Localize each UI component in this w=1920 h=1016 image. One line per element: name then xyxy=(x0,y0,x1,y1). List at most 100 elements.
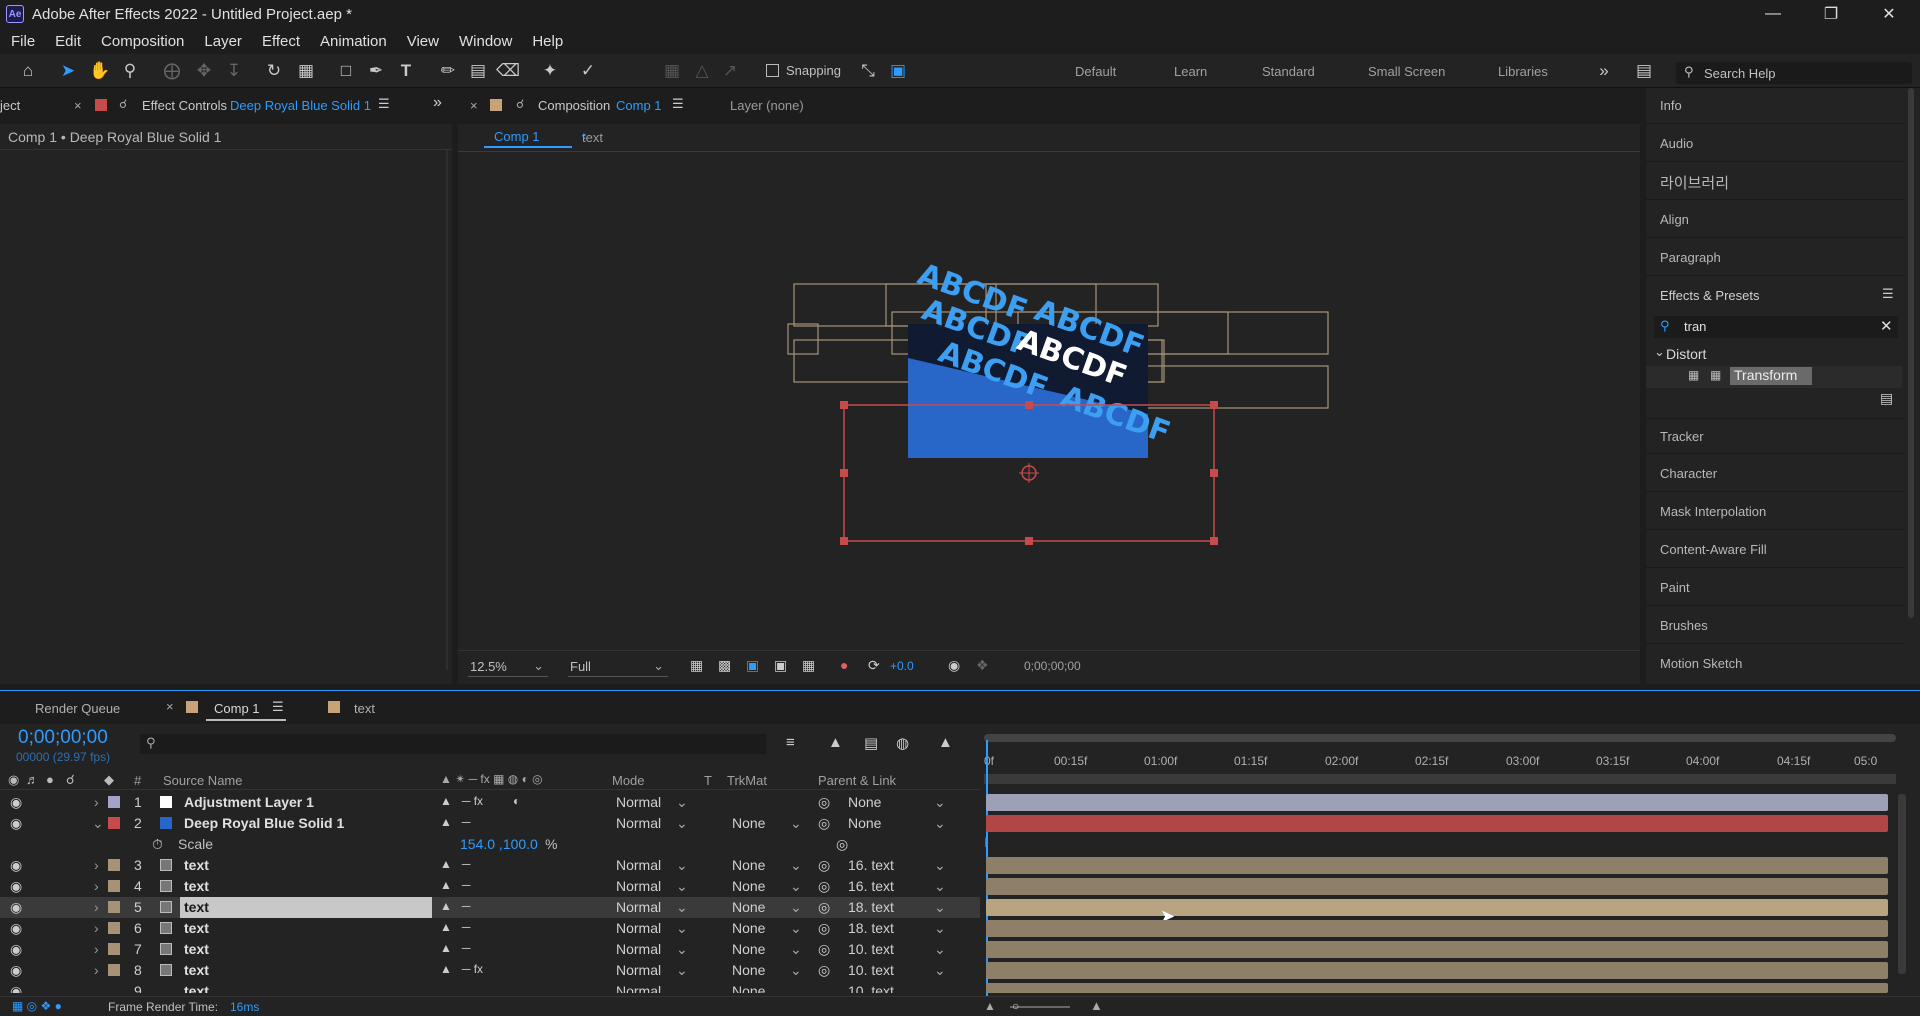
guides-icon[interactable]: ▦ xyxy=(802,657,815,674)
pickwhip-icon[interactable]: ◎ xyxy=(818,878,830,895)
paragraph-panel-tab[interactable]: Paragraph xyxy=(1646,240,1904,276)
effects-presets-header[interactable]: Effects & Presets ☰ xyxy=(1646,278,1904,314)
layer-switches[interactable]: ▲ ─ fx xyxy=(440,962,483,976)
mode-dropdown[interactable]: Normal xyxy=(616,794,661,810)
timeline-search-input[interactable]: ⚲ xyxy=(140,734,766,754)
nav-comp1-tab[interactable]: Comp 1 ‹ xyxy=(484,126,586,148)
trkmat-dropdown[interactable]: None xyxy=(732,857,765,873)
layer-tab[interactable]: Layer (none) xyxy=(730,98,804,113)
snapping-checkbox[interactable] xyxy=(766,64,779,77)
layer-name[interactable]: text xyxy=(184,899,209,915)
zoom-dropdown[interactable]: 12.5% ⌄ xyxy=(468,657,548,677)
trkmat-dropdown[interactable]: None xyxy=(732,941,765,957)
mode-dropdown[interactable]: Normal xyxy=(616,815,661,831)
layer-switches[interactable]: ▲ ─ xyxy=(440,920,470,934)
workspace-learn[interactable]: Learn xyxy=(1174,64,1207,79)
workspace-overflow-icon[interactable]: » xyxy=(1592,60,1616,82)
snapshot-icon[interactable]: ◉ xyxy=(948,657,960,674)
comp-timecode[interactable]: 0;00;00;00 xyxy=(1024,659,1081,673)
layer-row-9[interactable]: ◉ 9 text Normal None 10. text xyxy=(0,981,980,993)
hand-tool-icon[interactable]: ✋ xyxy=(88,60,112,82)
roto-brush-icon[interactable]: ✦ xyxy=(538,60,562,82)
close-icon[interactable]: ✕ xyxy=(1860,0,1918,28)
graph-editor-icon[interactable]: ▲ xyxy=(938,734,953,751)
label-swatch[interactable] xyxy=(108,859,120,871)
tracker-panel-tab[interactable]: Tracker xyxy=(1646,418,1904,454)
selection-tool-icon[interactable]: ➤ xyxy=(56,60,80,82)
layer-switches[interactable]: ▲ ─ xyxy=(440,899,470,913)
parent-dropdown[interactable]: None xyxy=(848,794,881,810)
layer-switches[interactable]: ▲ ─ xyxy=(440,878,470,892)
timeline-scrollbar[interactable] xyxy=(1898,794,1906,974)
text-timeline-tab[interactable]: text xyxy=(354,701,375,716)
visibility-icon[interactable]: ◉ xyxy=(10,920,22,937)
layer-row-7[interactable]: ◉ › 7 text ▲ ─ Normal ⌄ None ⌄ ◎ 10. tex… xyxy=(0,939,980,960)
trkmat-dropdown[interactable]: None xyxy=(732,878,765,894)
zoom-out-icon[interactable]: ▲ xyxy=(984,999,996,1013)
clone-stamp-icon[interactable]: ▤ xyxy=(466,60,490,82)
distort-category[interactable]: ⌄ Distort xyxy=(1654,344,1898,364)
panel-menu-icon[interactable]: ☰ xyxy=(672,96,684,112)
visibility-icon[interactable]: ◉ xyxy=(10,857,22,874)
parent-dropdown[interactable]: 16. text xyxy=(848,857,894,873)
layer-bar-1[interactable] xyxy=(986,794,1888,811)
mode-dropdown[interactable]: Normal xyxy=(616,899,661,915)
layer-bar-3[interactable] xyxy=(986,857,1888,874)
layer-name[interactable]: Deep Royal Blue Solid 1 xyxy=(184,815,344,831)
show-snapshot-icon[interactable]: ❖ xyxy=(976,657,989,674)
parent-dropdown[interactable]: 10. text xyxy=(848,962,894,978)
channel-icon[interactable]: ● xyxy=(840,657,848,673)
parent-dropdown[interactable]: 18. text xyxy=(848,920,894,936)
home-icon[interactable]: ⌂ xyxy=(16,60,40,82)
pen-tool-icon[interactable]: ✒ xyxy=(364,60,388,82)
layer-name[interactable]: text xyxy=(184,857,209,873)
parent-dropdown[interactable]: 18. text xyxy=(848,899,894,915)
layer-row-4[interactable]: ◉ › 4 text ▲ ─ Normal ⌄ None ⌄ ◎ 16. tex… xyxy=(0,876,980,897)
render-queue-tab[interactable]: Render Queue xyxy=(35,701,120,716)
layer-switches[interactable]: ▲ ─ xyxy=(440,941,470,955)
lock-icon[interactable]: ☌ xyxy=(516,97,524,111)
close-tab-icon[interactable]: × xyxy=(470,98,478,113)
layer-name[interactable]: text xyxy=(184,878,209,894)
nav-text-tab[interactable]: text xyxy=(582,130,603,145)
label-swatch[interactable] xyxy=(108,796,120,808)
workspace-small-screen[interactable]: Small Screen xyxy=(1368,64,1445,79)
pickwhip-icon[interactable]: ◎ xyxy=(818,857,830,874)
panel-scrollbar[interactable] xyxy=(446,150,448,670)
align-panel-tab[interactable]: Align xyxy=(1646,202,1904,238)
zoom-slider-handle-icon[interactable]: ○ xyxy=(1012,999,1019,1013)
visibility-icon[interactable]: ◉ xyxy=(10,878,22,895)
menu-effect[interactable]: Effect xyxy=(251,33,309,50)
workspace-default[interactable]: Default xyxy=(1075,64,1116,79)
menu-help[interactable]: Help xyxy=(521,33,572,50)
library-panel-tab[interactable]: 라이브러리 xyxy=(1646,164,1904,200)
layer-row-1[interactable]: ◉ › 1 Adjustment Layer 1 ▲ ─ fx ◐ Normal… xyxy=(0,792,980,813)
mode-dropdown[interactable]: Normal xyxy=(616,941,661,957)
mode-dropdown[interactable]: Normal xyxy=(616,920,661,936)
snap-bounds-icon[interactable]: ▣ xyxy=(886,60,910,82)
label-swatch[interactable] xyxy=(108,964,120,976)
panel-overflow-icon[interactable]: » xyxy=(433,94,442,112)
visibility-icon[interactable]: ◉ xyxy=(10,815,22,832)
zoom-in-icon[interactable]: ▲ xyxy=(1090,998,1103,1013)
source-name-header[interactable]: Source Name xyxy=(163,773,242,788)
view-axis-icon[interactable]: ↗ xyxy=(718,60,742,82)
rectangle-tool-icon[interactable]: □ xyxy=(334,60,358,82)
trkmat-dropdown[interactable]: None xyxy=(732,962,765,978)
close-tab-icon[interactable]: × xyxy=(166,699,174,714)
search-help-input[interactable]: ⚲ Search Help xyxy=(1676,62,1912,84)
layer-row-2[interactable]: ◉ ⌄ 2 Deep Royal Blue Solid 1 ▲ ─ Normal… xyxy=(0,813,980,834)
layer-switches[interactable]: ▲ ─ fx ◐ xyxy=(440,794,520,808)
layer-name[interactable]: text xyxy=(184,962,209,978)
layer-bar-7[interactable] xyxy=(986,941,1888,958)
menu-composition[interactable]: Composition xyxy=(90,33,193,50)
layer-switches[interactable]: ▲ ─ xyxy=(440,857,470,871)
pickwhip-icon[interactable]: ◎ xyxy=(818,794,830,811)
content-aware-fill-panel-tab[interactable]: Content-Aware Fill xyxy=(1646,532,1904,568)
resolution-dropdown[interactable]: Full ⌄ xyxy=(568,657,668,677)
layer-name[interactable]: text xyxy=(184,941,209,957)
label-icon[interactable]: ◆ xyxy=(104,772,114,788)
time-navigator[interactable] xyxy=(984,774,1896,784)
info-panel-tab[interactable]: Info xyxy=(1646,88,1904,124)
mode-dropdown[interactable]: Normal xyxy=(616,857,661,873)
